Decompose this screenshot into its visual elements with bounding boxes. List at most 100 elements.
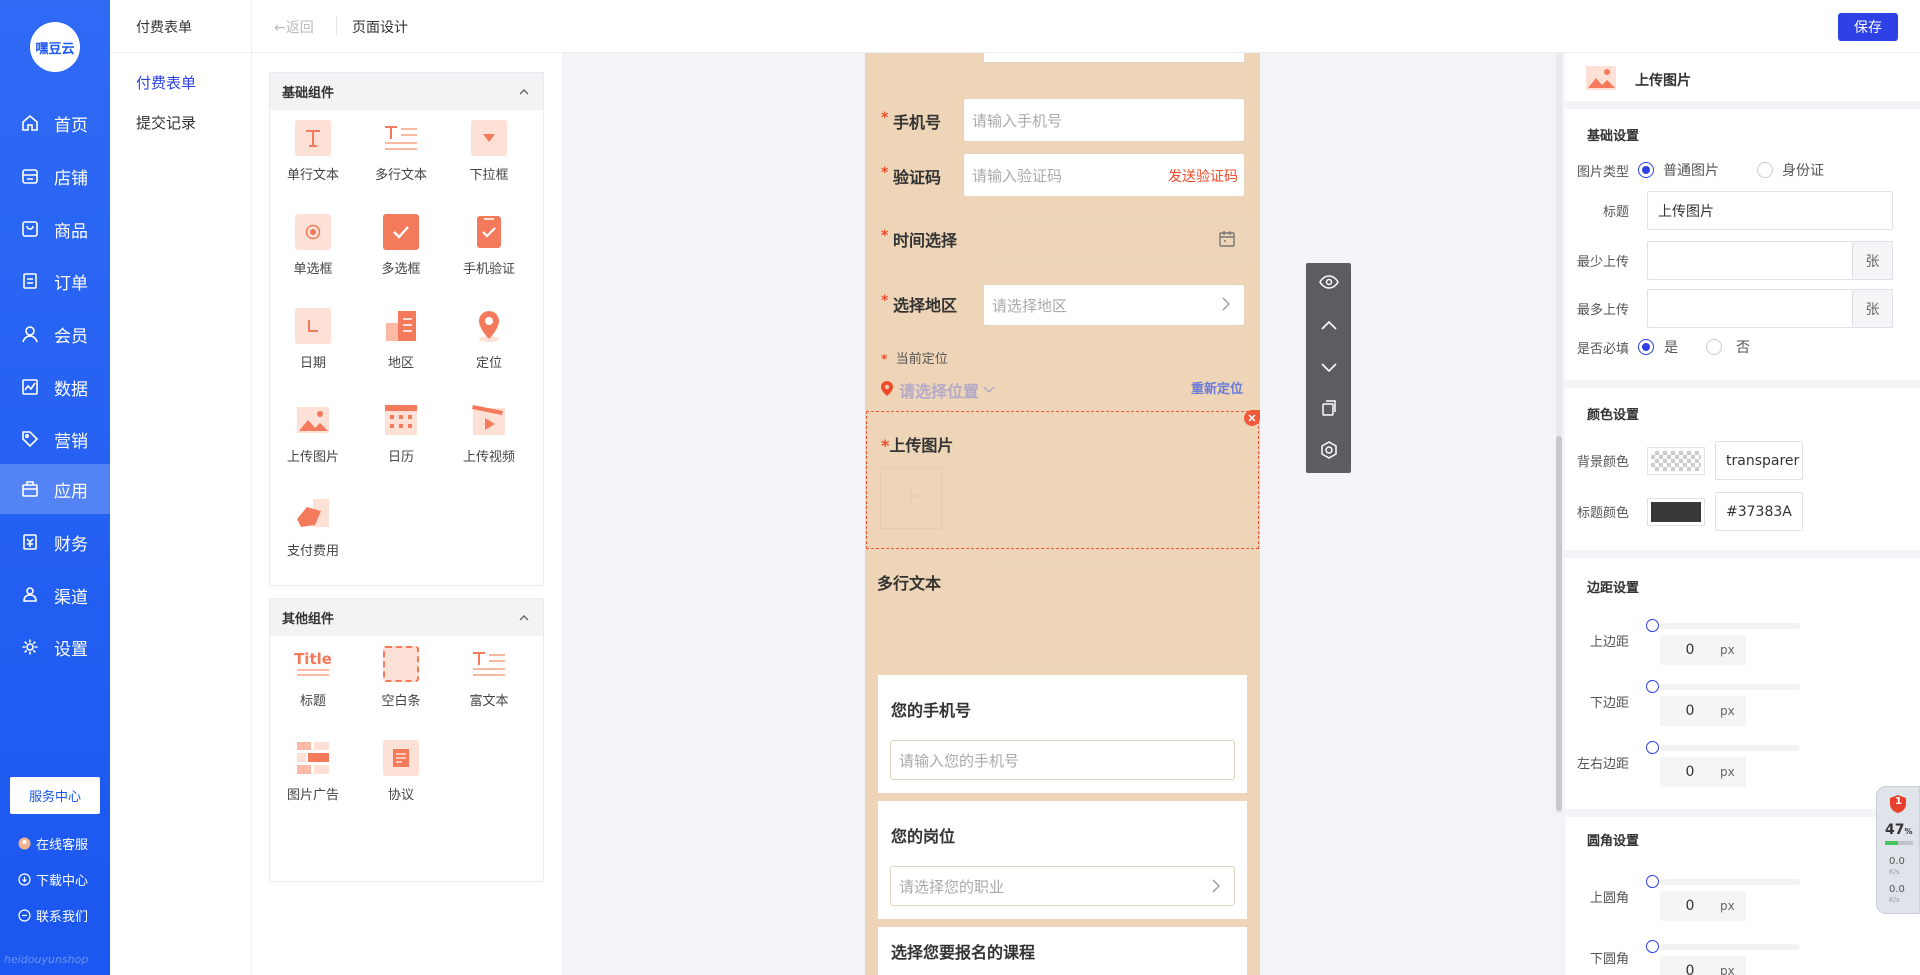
nav-item-label: 应用 xyxy=(54,481,88,502)
save-button[interactable]: 保存 xyxy=(1838,13,1898,41)
component-multi-text[interactable]: 多行文本 xyxy=(358,110,444,190)
send-code-button[interactable]: 发送验证码 xyxy=(1168,166,1238,186)
bg-color-input[interactable]: transparer xyxy=(1715,441,1803,480)
nav-item-channel[interactable]: 渠道 xyxy=(0,570,110,620)
title-color-input[interactable]: #37383A xyxy=(1715,492,1803,531)
panel-header[interactable]: 基础组件 xyxy=(270,73,543,110)
nav-item-marketing[interactable]: 营销 xyxy=(0,414,110,464)
calendar-icon[interactable] xyxy=(1218,230,1236,252)
payment-icon xyxy=(295,496,331,532)
move-up-button[interactable] xyxy=(1306,305,1351,347)
component-image-ad[interactable]: 图片广告 xyxy=(270,730,356,810)
component-region[interactable]: 地区 xyxy=(358,298,444,378)
component-dropdown[interactable]: 下拉框 xyxy=(446,110,532,190)
component-location[interactable]: 定位 xyxy=(446,298,532,378)
nav-item-label: 设置 xyxy=(54,639,88,660)
component-checkbox[interactable]: 多选框 xyxy=(358,204,444,284)
preview-button[interactable] xyxy=(1306,263,1351,305)
nav-item-finance[interactable]: 财务 xyxy=(0,517,110,567)
subnav-item-records[interactable]: 提交记录 xyxy=(136,112,196,133)
other-components-panel: 其他组件 Title 标题 空白条 富文本 图片广告 协议 xyxy=(269,598,544,882)
plus-icon xyxy=(900,485,922,511)
date-icon xyxy=(295,308,331,344)
component-blank[interactable]: 空白条 xyxy=(358,636,444,716)
chevron-up-icon xyxy=(1320,318,1337,334)
title-field: 标题 上传图片 xyxy=(1565,191,1893,230)
multiline-textarea[interactable] xyxy=(983,563,1245,667)
margin-top-slider: 上边距 0 px xyxy=(1565,619,1920,673)
region-select[interactable]: 请选择地区 xyxy=(983,284,1245,326)
slider-knob[interactable] xyxy=(1646,940,1659,953)
max-upload-input[interactable] xyxy=(1647,289,1853,328)
delete-block-button[interactable] xyxy=(1244,410,1260,426)
canvas-scrollbar[interactable] xyxy=(1556,53,1562,813)
component-phone-verify[interactable]: 手机验证 xyxy=(446,204,532,284)
component-agreement[interactable]: 协议 xyxy=(358,730,444,810)
nav-item-store[interactable]: 店铺 xyxy=(0,151,110,201)
contact-us-link[interactable]: 联系我们 xyxy=(18,906,88,925)
bg-color-swatch[interactable] xyxy=(1647,446,1705,475)
job-card: 您的岗位 请选择您的职业 xyxy=(878,801,1247,919)
brand-logo[interactable]: 嘿豆云 xyxy=(30,22,80,72)
system-monitor-widget[interactable]: 1 47% 0.0 K/s 0.0 K/s xyxy=(1876,786,1920,914)
settings-button[interactable] xyxy=(1306,431,1351,473)
online-service-link[interactable]: 在线客服 xyxy=(18,834,88,853)
component-title[interactable]: Title 标题 xyxy=(270,636,356,716)
required-yes-radio[interactable]: 是 xyxy=(1638,337,1678,357)
slider-knob[interactable] xyxy=(1646,875,1659,888)
location-picker[interactable]: 请选择位置 xyxy=(881,378,995,402)
title-input[interactable]: 上传图片 xyxy=(1647,191,1893,230)
checkbox-icon xyxy=(383,214,419,250)
nav-item-data[interactable]: 数据 xyxy=(0,362,110,412)
nav-item-settings[interactable]: 设置 xyxy=(0,622,110,672)
component-upload-video[interactable]: 上传视频 xyxy=(446,392,532,472)
component-upload-image[interactable]: 上传图片 xyxy=(270,392,356,472)
nav-item-member[interactable]: 会员 xyxy=(0,309,110,359)
component-rich-text[interactable]: 富文本 xyxy=(446,636,532,716)
nav-item-home[interactable]: 首页 xyxy=(0,98,110,148)
selected-upload-image-block[interactable]: *上传图片 xyxy=(866,410,1260,549)
your-phone-input[interactable]: 请输入您的手机号 xyxy=(890,740,1235,780)
nav-item-order[interactable]: 订单 xyxy=(0,256,110,306)
relocate-button[interactable]: 重新定位 xyxy=(1191,378,1243,397)
download-center-link[interactable]: 下载中心 xyxy=(18,870,88,889)
app-icon xyxy=(20,479,40,499)
upload-image-icon xyxy=(295,402,331,438)
top-bar: ←返回 页面设计 保存 xyxy=(252,0,1920,53)
component-single-text[interactable]: 单行文本 xyxy=(270,110,356,190)
multi-text-icon xyxy=(383,120,419,156)
nav-item-goods[interactable]: 商品 xyxy=(0,204,110,254)
job-select[interactable]: 请选择您的职业 xyxy=(890,866,1235,906)
arrow-left-icon: ← xyxy=(274,20,286,36)
scrollbar-thumb[interactable] xyxy=(1556,436,1562,811)
chevron-up-icon xyxy=(519,610,529,625)
component-calendar[interactable]: 日历 xyxy=(358,392,444,472)
back-link[interactable]: ←返回 xyxy=(274,17,314,37)
image-type-id-radio[interactable]: 身份证 xyxy=(1757,160,1824,180)
component-payment[interactable]: 支付费用 xyxy=(270,486,356,566)
component-date[interactable]: 日期 xyxy=(270,298,356,378)
upload-image-add-button[interactable] xyxy=(880,467,942,529)
copy-icon xyxy=(1321,400,1337,420)
cpu-bar xyxy=(1885,841,1913,845)
copy-button[interactable] xyxy=(1306,389,1351,431)
subnav-item-paid-form[interactable]: 付费表单 xyxy=(136,72,196,93)
nav-item-app[interactable]: 应用 xyxy=(0,464,110,514)
required-no-radio[interactable]: 否 xyxy=(1706,337,1750,357)
service-center-button[interactable]: 服务中心 xyxy=(10,777,100,814)
image-type-normal-radio[interactable]: 普通图片 xyxy=(1638,160,1719,180)
title-color-swatch[interactable] xyxy=(1647,497,1705,526)
phone-input[interactable]: 请输入手机号 xyxy=(963,98,1245,142)
basic-components-panel: 基础组件 单行文本 多行文本 下拉框 单选框 多选框 手机验证 日期 地区 定位… xyxy=(269,72,544,586)
slider-knob[interactable] xyxy=(1646,741,1659,754)
panel-header[interactable]: 其他组件 xyxy=(270,599,543,636)
nav-item-label: 会员 xyxy=(54,326,88,347)
slider-knob[interactable] xyxy=(1646,619,1659,632)
component-radio[interactable]: 单选框 xyxy=(270,204,356,284)
min-upload-input[interactable] xyxy=(1647,241,1853,280)
move-down-button[interactable] xyxy=(1306,347,1351,389)
time-input[interactable] xyxy=(983,219,1245,261)
nav-item-label: 订单 xyxy=(54,273,88,294)
form-field-region: * 选择地区 请选择地区 xyxy=(865,284,1260,334)
slider-knob[interactable] xyxy=(1646,680,1659,693)
